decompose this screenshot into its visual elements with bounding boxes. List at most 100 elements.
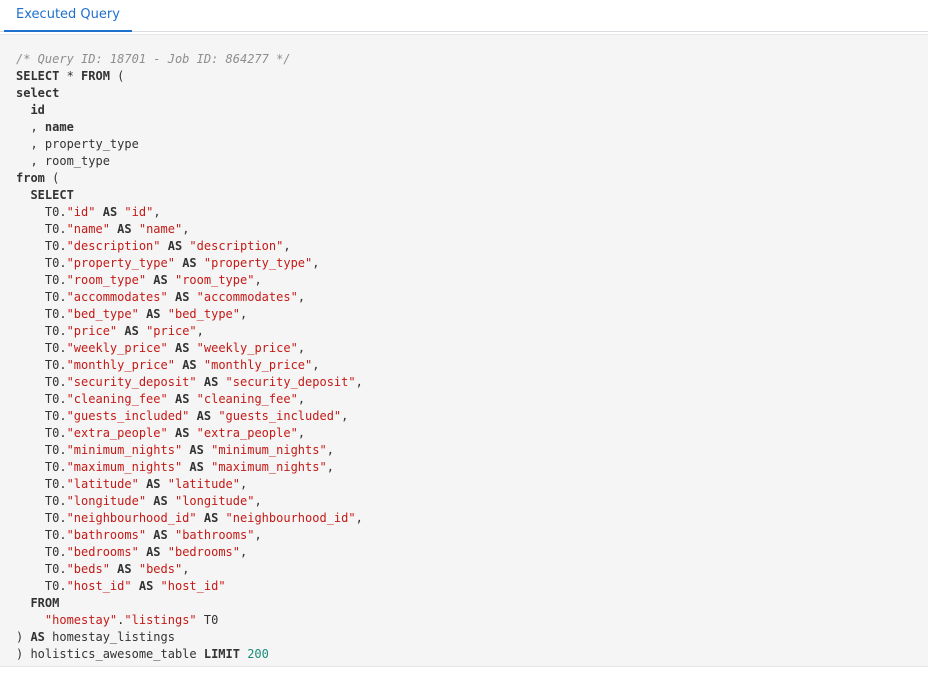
sql-string: "maximum_nights" bbox=[66, 460, 183, 474]
sql-text: , bbox=[240, 307, 248, 321]
sql-text: T0. bbox=[16, 273, 67, 287]
code-line: T0."host_id" AS "host_id" bbox=[16, 578, 363, 595]
sql-keyword: select bbox=[16, 86, 60, 100]
sql-text: , bbox=[297, 426, 306, 440]
sql-string: "longitude" bbox=[66, 494, 147, 508]
sql-keyword: AS bbox=[189, 460, 204, 474]
sql-text: T0. bbox=[16, 426, 67, 440]
sql-keyword: FROM bbox=[30, 596, 60, 610]
sql-string: "latitude" bbox=[66, 477, 139, 491]
code-line: id bbox=[16, 102, 363, 119]
sql-string: "bathrooms" bbox=[66, 528, 147, 542]
sql-string: "neighbourhood_id" bbox=[225, 511, 356, 525]
sql-text: T0. bbox=[16, 222, 67, 236]
sql-text: , bbox=[297, 290, 306, 304]
sql-keyword: AS bbox=[153, 494, 168, 508]
code-line: , name bbox=[16, 119, 363, 136]
sql-keyword: AS bbox=[146, 477, 161, 491]
sql-text: T0. bbox=[16, 358, 67, 372]
code-line: T0."maximum_nights" AS "maximum_nights", bbox=[16, 459, 363, 476]
sql-comment: /* Query ID: 18701 - Job ID: 864277 */ bbox=[16, 52, 291, 66]
sql-text: , bbox=[297, 392, 306, 406]
sql-keyword: AS bbox=[146, 545, 161, 559]
query-code-panel: /* Query ID: 18701 - Job ID: 864277 */ SE… bbox=[0, 34, 928, 667]
sql-text: , bbox=[254, 273, 262, 287]
sql-keyword: AS bbox=[153, 273, 168, 287]
sql-string: "property_type" bbox=[66, 256, 175, 270]
sql-string: "host_id" bbox=[160, 579, 226, 593]
sql-string: "room_type" bbox=[174, 273, 255, 287]
sql-keyword: AS bbox=[167, 239, 183, 253]
code-line: , property_type bbox=[16, 136, 363, 153]
sql-string: "name" bbox=[138, 222, 183, 236]
sql-text: , bbox=[182, 222, 190, 236]
code-line: T0."cleaning_fee" AS "cleaning_fee", bbox=[16, 391, 363, 408]
code-line: T0."beds" AS "beds", bbox=[16, 561, 363, 578]
sql-string: "beds" bbox=[66, 562, 110, 576]
sql-string: "maximum_nights" bbox=[211, 460, 327, 474]
sql-string: "guests_included" bbox=[218, 409, 342, 423]
code-line: T0."monthly_price" AS "monthly_price", bbox=[16, 357, 363, 374]
sql-keyword: AS bbox=[203, 375, 219, 389]
code-line: T0."room_type" AS "room_type", bbox=[16, 272, 363, 289]
sql-string: "bed_type" bbox=[66, 307, 139, 321]
sql-text: , bbox=[341, 409, 349, 423]
code-line: SELECT bbox=[16, 187, 363, 204]
sql-keyword: AS bbox=[30, 630, 45, 644]
sql-text: , bbox=[326, 443, 334, 457]
sql-string: "extra_people" bbox=[196, 426, 298, 440]
code-line: select bbox=[16, 85, 363, 102]
sql-string: "weekly_price" bbox=[196, 341, 298, 355]
sql-number: 200 bbox=[247, 647, 269, 661]
code-line: "homestay"."listings" T0 bbox=[16, 612, 363, 629]
sql-text: T0. bbox=[16, 375, 67, 389]
sql-keyword: AS bbox=[138, 579, 154, 593]
sql-string: "price" bbox=[66, 324, 118, 338]
sql-text: T0. bbox=[16, 324, 67, 338]
sql-text: T0 bbox=[196, 613, 219, 627]
sql-text: , bbox=[297, 341, 306, 355]
code-line: T0."extra_people" AS "extra_people", bbox=[16, 425, 363, 442]
sql-text: , room_type bbox=[16, 154, 110, 168]
sql-text: , bbox=[312, 358, 320, 372]
sql-keyword: AS bbox=[196, 409, 212, 423]
tab-executed-query[interactable]: Executed Query bbox=[4, 0, 132, 32]
sql-text: T0. bbox=[16, 562, 67, 576]
sql-string: "guests_included" bbox=[66, 409, 190, 423]
code-line: T0."price" AS "price", bbox=[16, 323, 363, 340]
sql-keyword: AS bbox=[102, 205, 118, 219]
sql-keyword: LIMIT bbox=[203, 647, 240, 661]
sql-keyword: AS bbox=[174, 426, 190, 440]
sql-text: T0. bbox=[16, 511, 67, 525]
sql-text: T0. bbox=[16, 239, 67, 253]
sql-text: ) holistics_awesome_table bbox=[16, 647, 204, 661]
code-line: /* Query ID: 18701 - Job ID: 864277 */ bbox=[16, 51, 363, 68]
sql-text: T0. bbox=[16, 494, 67, 508]
code-line: T0."bedrooms" AS "bedrooms", bbox=[16, 544, 363, 561]
sql-string: "bedrooms" bbox=[66, 545, 139, 559]
code-line: T0."accommodates" AS "accommodates", bbox=[16, 289, 363, 306]
sql-keyword: id bbox=[30, 103, 45, 117]
code-line: T0."security_deposit" AS "security_depos… bbox=[16, 374, 363, 391]
sql-keyword: AS bbox=[153, 528, 168, 542]
sql-text: ( bbox=[109, 69, 125, 83]
